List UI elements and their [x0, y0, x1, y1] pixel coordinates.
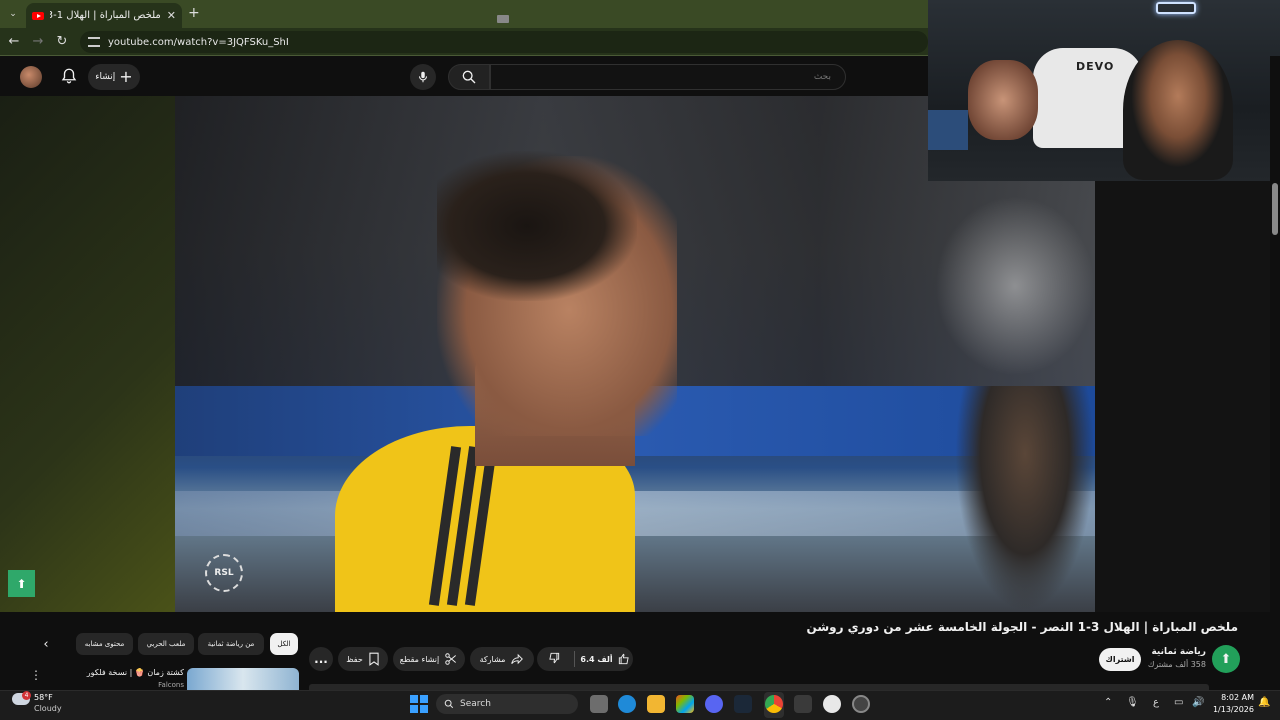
- forward-arrow-icon[interactable]: →: [30, 34, 46, 49]
- share-button[interactable]: مشاركة: [470, 647, 534, 671]
- recommended-video-channel: Falcons: [158, 681, 184, 689]
- background-light: [935, 196, 1095, 376]
- webcam-overlay: DEVO: [928, 0, 1280, 181]
- keyboard-icon[interactable]: [497, 15, 509, 23]
- video-title: ملخص المباراة | الهلال 3-1 النصر - الجول…: [806, 620, 1238, 634]
- share-arrow-icon: [511, 653, 524, 665]
- search-button[interactable]: [448, 64, 490, 90]
- thumbs-down-icon: [549, 652, 560, 664]
- chip-related[interactable]: ملعب الحربي: [138, 633, 194, 655]
- create-label: إنشاء: [95, 72, 116, 82]
- recommended-video-thumbnail[interactable]: [187, 668, 299, 690]
- youtube-header: إنشاء +: [0, 56, 928, 96]
- obs-icon[interactable]: [823, 695, 841, 713]
- page-scrollbar-thumb[interactable]: [1272, 183, 1278, 235]
- file-explorer-icon[interactable]: [647, 695, 665, 713]
- notifications-icon[interactable]: 🔔: [1258, 697, 1270, 708]
- windows-start-icon[interactable]: [410, 695, 428, 713]
- search-icon: [462, 70, 476, 84]
- like-dislike-group: 6.4 ألف: [537, 647, 633, 671]
- left-ambient-shade: [0, 96, 175, 612]
- task-view-icon[interactable]: [590, 695, 608, 713]
- account-avatar[interactable]: [20, 66, 42, 88]
- channel-avatar[interactable]: ⬆: [1212, 645, 1240, 673]
- youtube-favicon-icon: [32, 11, 44, 20]
- microphone-icon: [418, 71, 428, 83]
- watermark-text: RSL: [214, 568, 234, 578]
- player-hair: [437, 151, 637, 301]
- url-text: youtube.com/watch?v=3JQFSKu_ShI: [108, 36, 289, 48]
- subscriber-count: 358 ألف مشترك: [1147, 660, 1206, 669]
- network-icon[interactable]: ▭: [1174, 697, 1183, 708]
- streamer: [1123, 40, 1233, 180]
- share-label: مشاركة: [479, 654, 506, 664]
- chip-similar-content[interactable]: محتوى مشابه: [76, 633, 133, 655]
- scissors-icon: [445, 653, 457, 665]
- background-monitor: [928, 110, 968, 150]
- background-player: [955, 386, 1095, 612]
- microphone-tray-icon[interactable]: 🎙: [1126, 697, 1139, 708]
- notifications-bell-icon[interactable]: [60, 67, 78, 85]
- weather-condition[interactable]: Cloudy: [34, 704, 62, 713]
- search-input[interactable]: [490, 64, 846, 90]
- right-ambient-shade: [1095, 181, 1270, 612]
- recommended-video-title[interactable]: كشتة زمان 🍿 | نسخة فلكوري: [86, 668, 184, 677]
- edge-browser-icon[interactable]: [618, 695, 636, 713]
- new-tab-plus-icon[interactable]: +: [188, 5, 200, 21]
- recommended-video-menu-icon[interactable]: ⋮: [30, 668, 42, 684]
- tray-overflow-chevron-icon[interactable]: ⌃: [1104, 697, 1112, 708]
- thumbs-up-icon: [618, 653, 629, 665]
- chevron-left-icon[interactable]: ‹: [36, 635, 56, 655]
- tab-title: ملخص المباراة | الهلال 1-3 النصر: [50, 10, 161, 21]
- league-watermark-logo: RSL: [205, 554, 243, 592]
- volume-icon[interactable]: 🔊: [1192, 697, 1204, 708]
- bookmark-icon: [369, 652, 379, 666]
- app-icon-with-badge[interactable]: [852, 695, 870, 713]
- save-label: حفظ: [346, 654, 363, 664]
- clock-date[interactable]: 1/13/2026: [1210, 705, 1254, 714]
- more-label: ...: [314, 652, 328, 666]
- discord-icon[interactable]: [705, 695, 723, 713]
- more-actions-button[interactable]: ...: [309, 647, 333, 671]
- taskbar-search-icon: [444, 699, 454, 709]
- reload-icon[interactable]: ↻: [54, 34, 70, 49]
- page-scrollbar-track[interactable]: [1270, 56, 1280, 690]
- create-button[interactable]: إنشاء +: [88, 64, 140, 90]
- subscribe-button[interactable]: اشتراك: [1099, 648, 1141, 671]
- plus-icon: +: [119, 67, 133, 86]
- chip-from-channel[interactable]: من رياضة ثمانية: [198, 633, 264, 655]
- like-button[interactable]: 6.4 ألف: [580, 652, 630, 666]
- browser-tab[interactable]: ملخص المباراة | الهلال 1-3 النصر ✕: [26, 3, 182, 28]
- copilot-icon[interactable]: [676, 695, 694, 713]
- chrome-icon[interactable]: [765, 695, 783, 713]
- back-arrow-icon[interactable]: ←: [6, 34, 22, 49]
- chair-brand-text: DEVO: [1076, 60, 1115, 73]
- chip-all[interactable]: الكل: [270, 633, 298, 655]
- taskbar-search-box[interactable]: Search: [436, 694, 578, 714]
- url-field[interactable]: youtube.com/watch?v=3JQFSKu_ShI: [80, 31, 928, 53]
- weather-notification-badge: 4: [22, 691, 31, 700]
- dislike-button[interactable]: [539, 651, 569, 667]
- microsoft-store-icon[interactable]: [794, 695, 812, 713]
- close-tab-icon[interactable]: ✕: [167, 9, 176, 22]
- neon-sign: [1156, 2, 1196, 14]
- clock-time[interactable]: 8:02 AM: [1210, 693, 1254, 702]
- weather-temperature[interactable]: 58°F: [34, 693, 53, 702]
- windows-taskbar: [0, 690, 1280, 720]
- channel-side-logo-icon: ⬆: [8, 570, 35, 597]
- input-language-indicator[interactable]: ع: [1153, 697, 1159, 708]
- steam-icon[interactable]: [734, 695, 752, 713]
- save-button[interactable]: حفظ: [338, 647, 388, 671]
- channel-name[interactable]: رياضة ثمانية: [1140, 647, 1206, 657]
- like-separator: [574, 651, 576, 667]
- streamer-hand: [968, 60, 1038, 140]
- like-count: 6.4 ألف: [580, 654, 613, 664]
- voice-search-button[interactable]: [410, 64, 436, 90]
- clip-label: إنشاء مقطع: [399, 654, 440, 664]
- taskbar-search-label: Search: [460, 699, 491, 709]
- address-bar-row: ← → ↻ youtube.com/watch?v=3JQFSKu_ShI: [0, 28, 928, 56]
- tab-list-dropdown-icon[interactable]: ⌄: [5, 6, 21, 22]
- site-settings-icon[interactable]: [88, 37, 100, 47]
- clip-button[interactable]: إنشاء مقطع: [393, 647, 465, 671]
